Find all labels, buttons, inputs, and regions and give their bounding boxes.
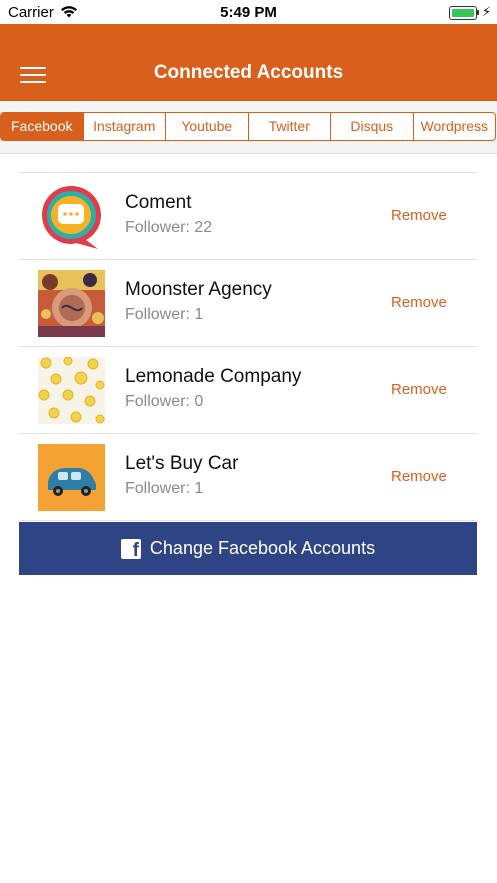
follower-count: Follower: 1 — [125, 306, 204, 323]
tab-disqus[interactable]: Disqus — [331, 113, 414, 140]
account-name: Moonster Agency — [125, 279, 272, 300]
battery-icon — [449, 6, 477, 20]
follower-count: Follower: 22 — [125, 219, 213, 236]
account-name: Let's Buy Car — [125, 453, 239, 474]
tab-facebook[interactable]: Facebook — [1, 113, 84, 140]
clock: 5:49 PM — [220, 4, 277, 21]
tab-youtube[interactable]: Youtube — [166, 113, 249, 140]
remove-button[interactable]: Remove — [391, 468, 447, 485]
car-avatar-icon — [38, 444, 105, 511]
account-name: Lemonade Company — [125, 366, 302, 387]
account-row: Let's Buy Car Follower: 1 Remove — [19, 434, 477, 521]
tab-instagram[interactable]: Instagram — [84, 113, 166, 140]
nav-bar: Connected Accounts — [0, 24, 497, 101]
page-title: Connected Accounts — [153, 62, 344, 83]
change-accounts-label: Change Facebook Accounts — [149, 538, 376, 558]
tab-bar-container: Facebook Instagram Youtube Twitter Disqu… — [0, 101, 497, 154]
illustration-avatar-icon — [38, 270, 105, 337]
account-row: Moonster Agency Follower: 1 Remove — [19, 260, 477, 347]
account-name: Coment — [125, 192, 192, 213]
follower-count: Follower: 0 — [125, 393, 204, 410]
remove-button[interactable]: Remove — [391, 381, 447, 398]
account-list: Coment Follower: 22 Remove Moonster Agen… — [19, 172, 477, 521]
chat-bubble-logo-icon — [42, 186, 101, 249]
facebook-icon: f — [120, 538, 141, 560]
remove-button[interactable]: Remove — [391, 207, 447, 224]
account-row: Coment Follower: 22 Remove — [19, 173, 477, 260]
remove-button[interactable]: Remove — [391, 294, 447, 311]
change-facebook-accounts-button[interactable]: f Change Facebook Accounts — [19, 522, 477, 575]
status-bar: Carrier 5:49 PM ⚡ — [0, 0, 497, 24]
battery-tip — [477, 10, 479, 15]
follower-count: Follower: 1 — [125, 480, 204, 497]
segmented-tabs: Facebook Instagram Youtube Twitter Disqu… — [0, 112, 496, 141]
account-row: Lemonade Company Follower: 0 Remove — [19, 347, 477, 434]
lemon-pattern-avatar-icon — [38, 357, 105, 424]
tab-wordpress[interactable]: Wordpress — [414, 113, 496, 140]
tab-twitter[interactable]: Twitter — [249, 113, 331, 140]
charging-icon: ⚡ — [482, 4, 492, 19]
